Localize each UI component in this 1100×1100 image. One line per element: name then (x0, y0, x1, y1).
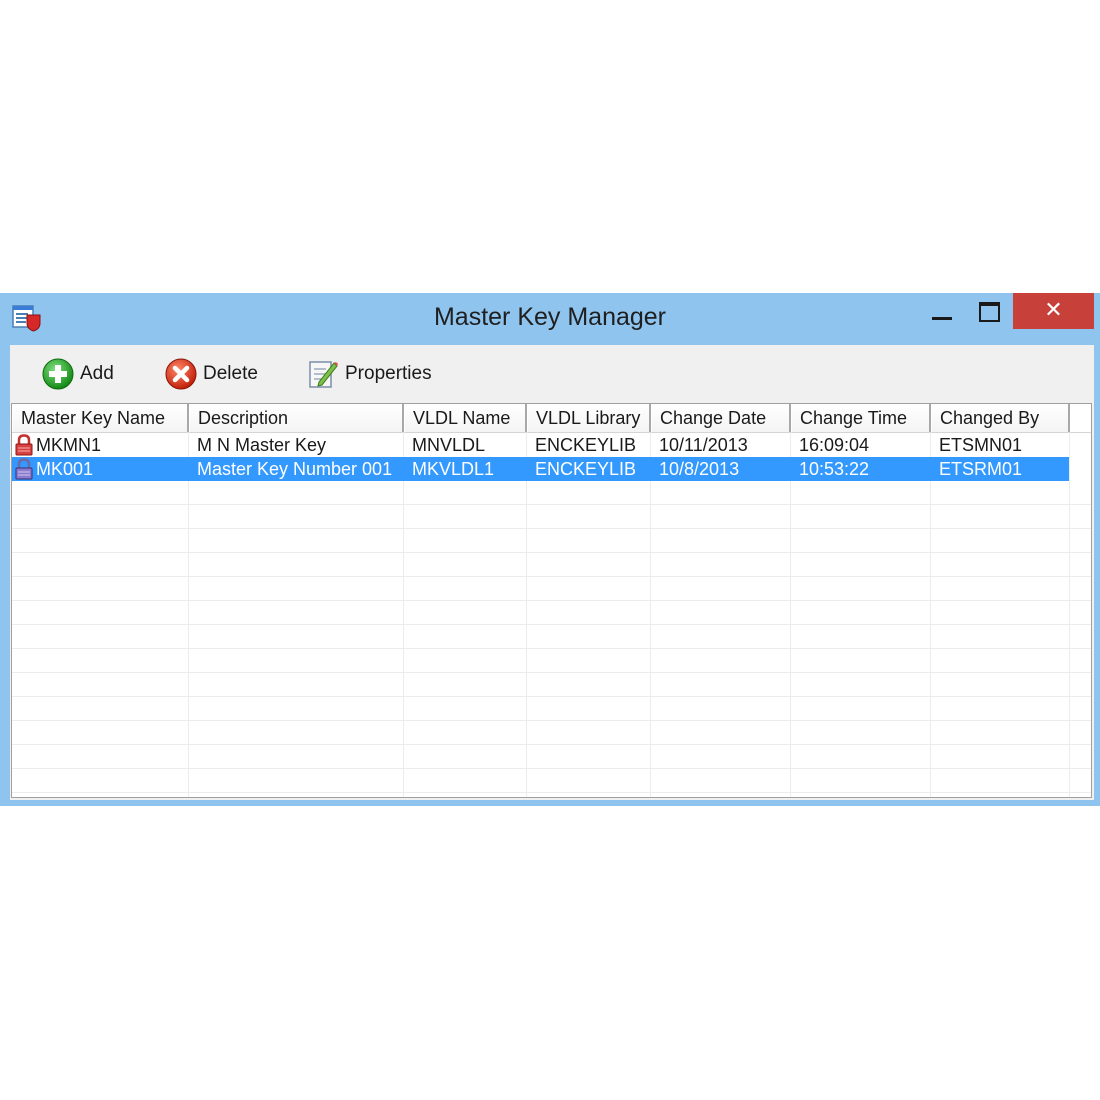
column-header-change-time[interactable]: Change Time (791, 404, 931, 432)
table-row-selected[interactable]: MK001 Master Key Number 001 MKVLDL1 ENCK… (12, 457, 1069, 481)
column-header-vldl-library[interactable]: VLDL Library (527, 404, 651, 432)
delete-button[interactable]: Delete (165, 357, 258, 391)
column-header-master-key-name[interactable]: Master Key Name (12, 404, 189, 432)
title-bar[interactable]: Master Key Manager ✕ (0, 293, 1100, 343)
cell-master-key-name: MK001 (36, 459, 94, 479)
column-header-changed-by[interactable]: Changed By (931, 404, 1070, 432)
grid-row-line (12, 600, 1091, 601)
plus-icon (42, 358, 74, 390)
client-area: Add Delete Properties Master Key Name De… (10, 345, 1094, 800)
main-window: Master Key Manager ✕ Add Delete Properti… (0, 293, 1100, 806)
grid-row-line (12, 720, 1091, 721)
grid-row-line (12, 576, 1091, 577)
cell-vldl-name: MNVLDL (412, 435, 486, 455)
grid-row-line (12, 528, 1091, 529)
add-button[interactable]: Add (42, 357, 114, 391)
column-header-change-date[interactable]: Change Date (651, 404, 791, 432)
lock-icon (15, 434, 33, 456)
properties-label: Properties (345, 363, 432, 384)
cell-description: M N Master Key (197, 435, 327, 455)
cell-change-time: 16:09:04 (799, 435, 870, 455)
column-header-description[interactable]: Description (189, 404, 404, 432)
cell-vldl-name: MKVLDL1 (412, 459, 495, 479)
cell-change-date: 10/8/2013 (659, 459, 740, 479)
cell-description: Master Key Number 001 (197, 459, 393, 479)
properties-button[interactable]: Properties (307, 357, 432, 391)
list-header: Master Key Name Description VLDL Name VL… (12, 404, 1091, 433)
add-label: Add (80, 363, 114, 384)
toolbar: Add Delete Properties (10, 345, 1094, 403)
grid-row-line (12, 696, 1091, 697)
properties-pencil-icon (309, 361, 338, 388)
grid-row-line (12, 672, 1091, 673)
master-key-list[interactable]: Master Key Name Description VLDL Name VL… (11, 403, 1092, 798)
grid-row-line (12, 504, 1091, 505)
delete-label: Delete (203, 363, 258, 384)
grid-row-line (12, 768, 1091, 769)
table-row[interactable]: MKMN1 M N Master Key MNVLDL ENCKEYLIB 10… (12, 433, 1069, 457)
cell-vldl-library: ENCKEYLIB (535, 459, 637, 479)
cell-change-time: 10:53:22 (799, 459, 870, 479)
maximize-button[interactable] (966, 293, 1012, 329)
close-button[interactable]: ✕ (1013, 293, 1094, 329)
grid-row-line (12, 648, 1091, 649)
minimize-button[interactable] (920, 293, 965, 329)
delete-x-icon (165, 358, 197, 390)
cell-changed-by: ETSRM01 (939, 459, 1023, 479)
grid-row-line (12, 792, 1091, 793)
column-header-vldl-name[interactable]: VLDL Name (404, 404, 527, 432)
lock-icon (15, 458, 33, 480)
cell-master-key-name: MKMN1 (36, 435, 102, 455)
grid-row-line (12, 624, 1091, 625)
grid-row-line (12, 552, 1091, 553)
cell-changed-by: ETSMN01 (939, 435, 1023, 455)
cell-vldl-library: ENCKEYLIB (535, 435, 637, 455)
grid-row-line (12, 744, 1091, 745)
cell-change-date: 10/11/2013 (659, 435, 748, 455)
